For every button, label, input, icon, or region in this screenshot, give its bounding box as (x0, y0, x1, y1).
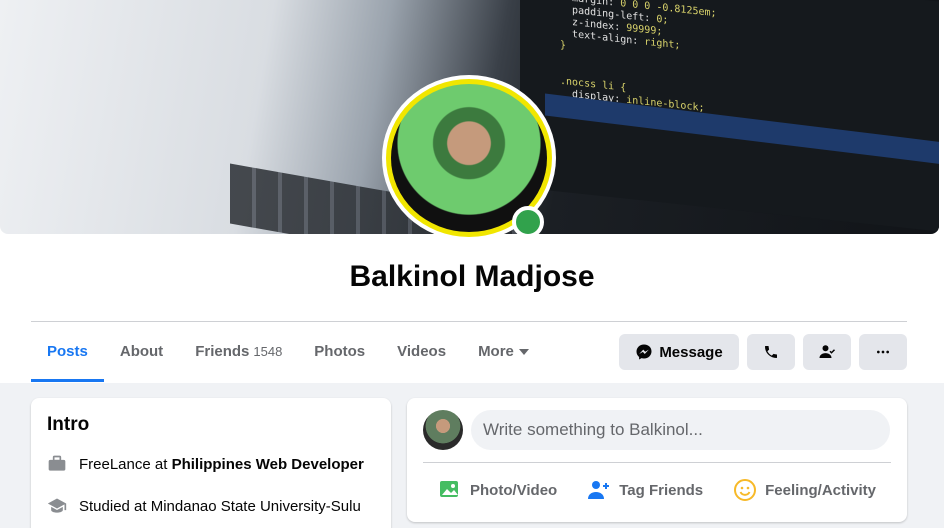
tab-friends[interactable]: Friends 1548 (179, 334, 298, 382)
message-button-label: Message (659, 343, 723, 361)
tab-photos-label: Photos (314, 343, 366, 360)
friends-count: 1548 (253, 344, 283, 359)
composer-divider (423, 462, 891, 463)
tab-videos[interactable]: Videos (381, 334, 462, 382)
photo-video-label: Photo/Video (470, 481, 558, 499)
briefcase-icon (48, 455, 66, 471)
profile-tabs: Posts About Friends 1548 Photos Videos Mo… (31, 334, 545, 382)
tab-friends-label: Friends (195, 343, 250, 360)
header-divider (31, 321, 907, 322)
tag-friends-button[interactable]: Tag Friends (587, 478, 703, 502)
composer-input[interactable]: Write something to Balkinol... (471, 410, 890, 450)
intro-education-text: Studied at Mindanao State University-Sul… (79, 497, 361, 515)
tab-more[interactable]: More (462, 334, 545, 382)
intro-work-place[interactable]: Philippines Web Developer (172, 456, 364, 473)
profile-actions: Message (619, 334, 907, 370)
online-status-dot (512, 206, 544, 238)
tab-about-label: About (119, 343, 164, 360)
friend-status-button[interactable] (803, 334, 851, 370)
tab-about[interactable]: About (104, 334, 179, 382)
feeling-activity-label: Feeling/Activity (765, 481, 876, 499)
intro-title: Intro (47, 414, 90, 435)
tab-more-label: More (478, 343, 514, 360)
tab-posts[interactable]: Posts (31, 334, 104, 382)
ellipsis-icon (877, 350, 889, 354)
feeling-activity-button[interactable]: Feeling/Activity (733, 478, 876, 502)
intro-work: FreeLance at Philippines Web Developer (47, 454, 364, 474)
photo-video-button[interactable]: Photo/Video (438, 478, 557, 502)
tag-friends-label: Tag Friends (619, 481, 704, 499)
tag-friends-icon (588, 481, 610, 499)
more-options-button[interactable] (859, 334, 907, 370)
intro-card: Intro FreeLance at Philippines Web Devel… (31, 398, 391, 528)
feeling-icon (734, 479, 757, 501)
composer-avatar[interactable] (423, 410, 463, 450)
post-composer: Write something to Balkinol... Photo/Vid… (407, 398, 907, 522)
tab-videos-label: Videos (397, 343, 447, 360)
chevron-down-icon (518, 349, 529, 356)
composer-options: Photo/Video Tag Friends Feeling/Activity (423, 470, 891, 510)
call-button[interactable] (747, 334, 795, 370)
messenger-icon (636, 344, 652, 360)
tab-photos[interactable]: Photos (298, 334, 381, 382)
message-button[interactable]: Message (619, 334, 739, 370)
phone-icon (765, 346, 777, 358)
intro-work-prefix: FreeLance at (79, 455, 172, 473)
intro-education: Studied at Mindanao State University-Sul… (47, 496, 361, 516)
profile-name: Balkinol Madjose (349, 260, 595, 293)
photo-icon (440, 481, 458, 497)
tab-posts-label: Posts (47, 343, 88, 360)
graduation-cap-icon (47, 498, 67, 513)
friend-status-icon (819, 345, 836, 358)
